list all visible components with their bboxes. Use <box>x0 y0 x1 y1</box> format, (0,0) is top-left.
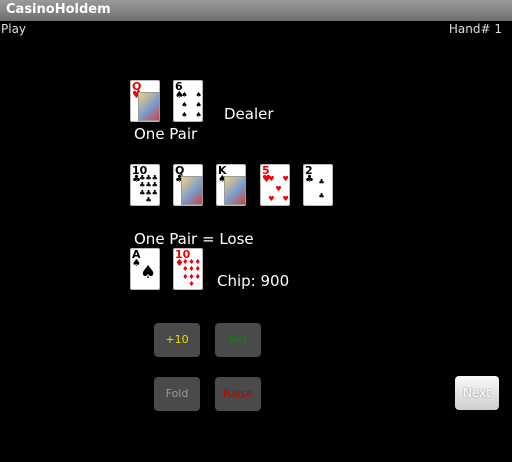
raise-button[interactable]: Raise <box>215 377 261 411</box>
bet-button[interactable]: Bet <box>215 323 261 357</box>
player-card-2: 10 ♦ ♦ ♦ ♦ ♦ ♦ ♦ ♦ ♦ ♦ ♦ <box>173 248 203 290</box>
fold-button[interactable]: Fold <box>154 377 200 411</box>
community-card-3: K ♠ <box>216 164 246 206</box>
face-card-art <box>138 92 160 121</box>
play-menu[interactable]: Play <box>1 22 26 36</box>
plus10-button[interactable]: +10 <box>154 323 200 357</box>
dealer-label: Dealer <box>224 105 274 123</box>
chip-count: Chip: 900 <box>217 272 290 290</box>
dealer-card-2: 6 ♠ ♠ ♠ ♠ ♠ ♠ ♠ <box>173 80 203 122</box>
card-pips: ♦ ♦ ♦ ♦ ♦ ♦ ♦ ♦ ♦ ♦ <box>182 258 201 288</box>
title-bar: CasinoHoldem <box>0 0 512 21</box>
face-card-art <box>181 176 203 205</box>
face-card-art <box>224 176 246 205</box>
community-card-4: 5 ♥ ♥ ♥ ♥ ♥ ♥ <box>260 164 290 206</box>
dealer-hand-result: One Pair <box>134 125 198 143</box>
card-pips: ♣ ♣ <box>318 177 325 201</box>
dealer-card-1: Q ♥ <box>130 80 160 122</box>
card-pips: ♥ ♥ ♥ ♥ ♥ <box>268 175 289 203</box>
card-pips: ♠ ♠ ♠ ♠ ♠ ♠ <box>181 91 202 119</box>
community-card-1: 10 ♣ ♣ ♣ ♣ ♣ ♣ ♣ ♣ ♣ ♣ ♣ <box>130 164 160 206</box>
community-card-2: Q ♣ <box>173 164 203 206</box>
app-title: CasinoHoldem <box>6 2 111 17</box>
player-card-1: A ♠ ♠ <box>130 248 160 290</box>
card-pips: ♣ ♣ ♣ ♣ ♣ ♣ ♣ ♣ ♣ ♣ <box>139 174 158 204</box>
community-card-5: 2 ♣ ♣ ♣ <box>303 164 333 206</box>
next-button[interactable]: Next <box>455 376 499 410</box>
hand-number: Hand# 1 <box>448 22 502 36</box>
spade-icon: ♠ <box>140 262 157 283</box>
player-hand-result: One Pair = Lose <box>134 230 254 248</box>
